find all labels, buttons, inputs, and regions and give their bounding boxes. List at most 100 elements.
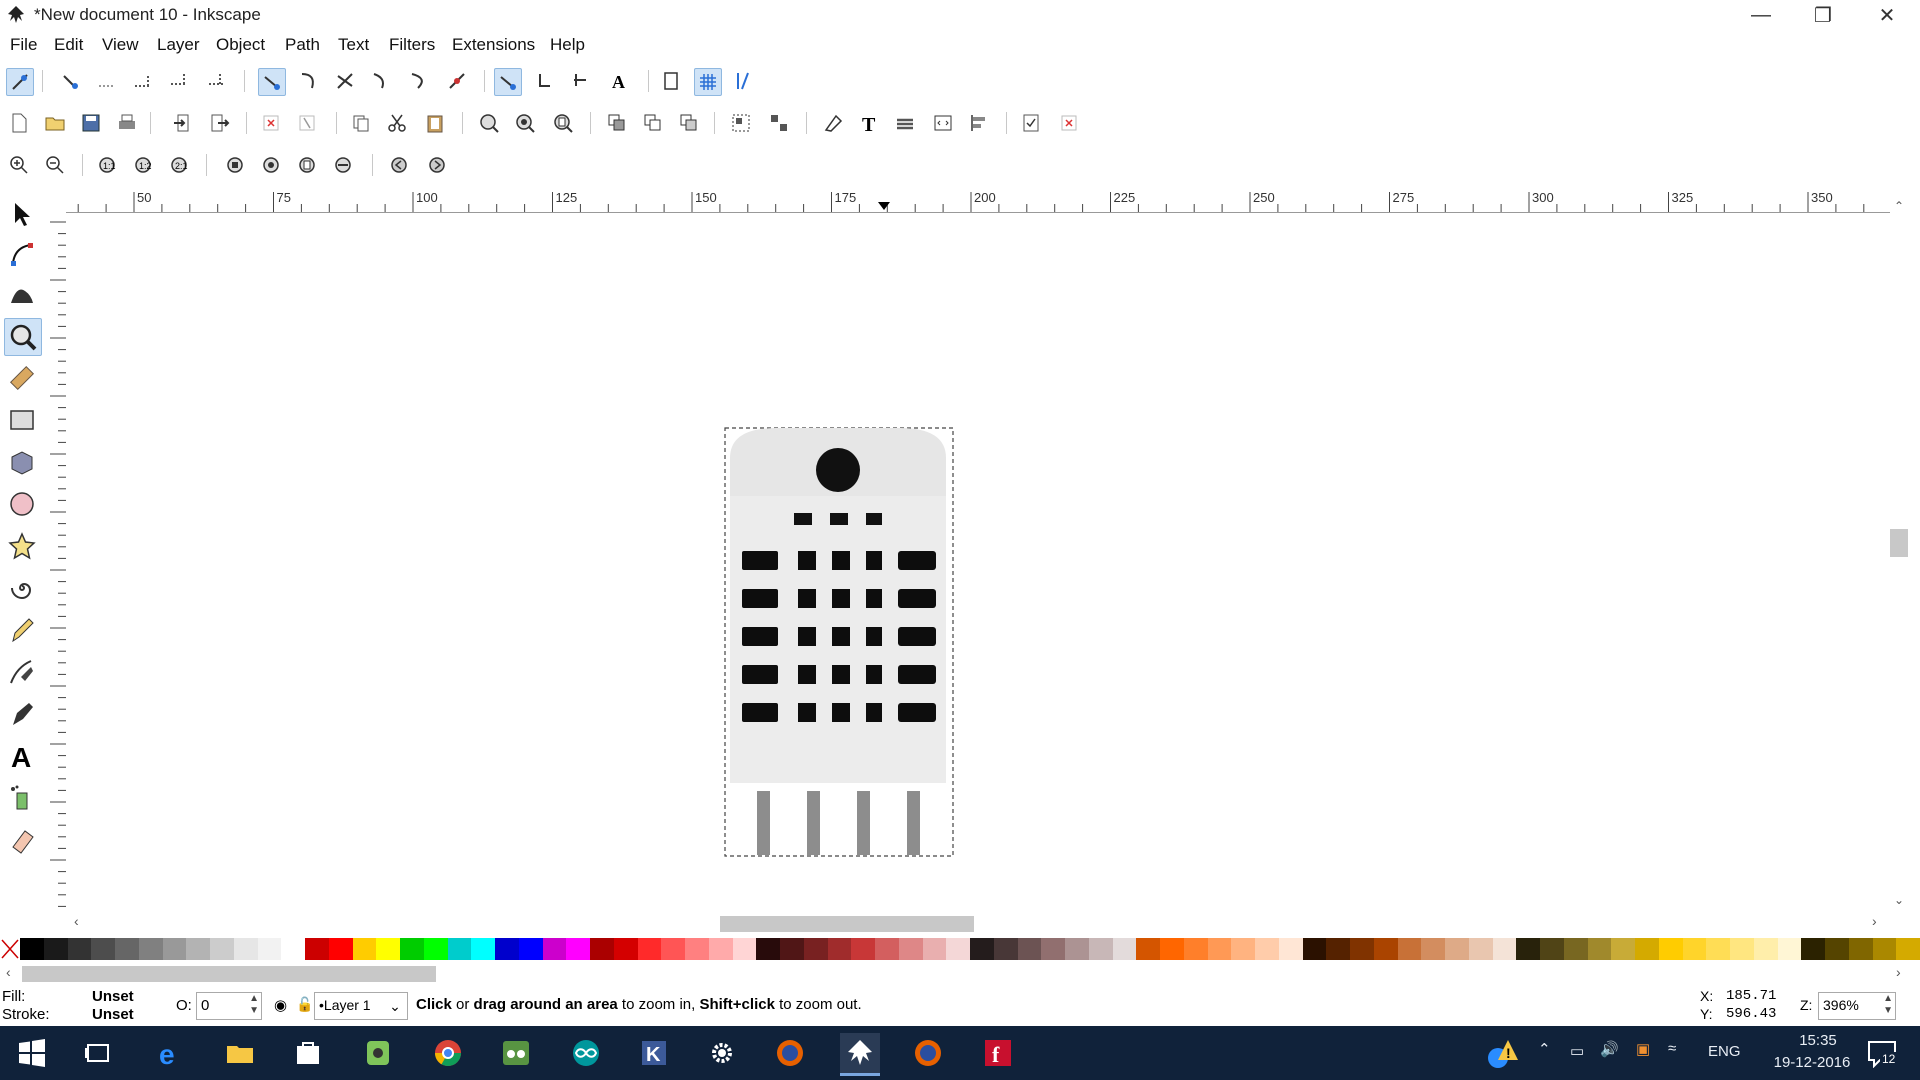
color-swatch[interactable]	[138, 938, 163, 960]
export-icon[interactable]	[206, 110, 232, 136]
snap-grid-icon[interactable]	[694, 68, 722, 96]
menu-filters[interactable]: Filters	[389, 35, 435, 55]
vertical-scroll-thumb[interactable]	[1890, 529, 1908, 557]
zoom-tool-icon[interactable]	[4, 318, 42, 356]
settings-gear-icon[interactable]	[702, 1033, 742, 1073]
clock-time[interactable]: 15:35	[1778, 1032, 1858, 1049]
color-swatch[interactable]	[1278, 938, 1303, 960]
zoom-fit-selection-icon[interactable]	[222, 152, 248, 178]
zoom-in-icon[interactable]	[6, 152, 32, 178]
calligraphy-tool-icon[interactable]	[4, 696, 40, 732]
pen-tool-icon[interactable]	[4, 654, 40, 690]
color-swatch[interactable]	[1017, 938, 1042, 960]
color-swatch[interactable]	[1635, 938, 1659, 960]
color-swatch[interactable]	[542, 938, 567, 960]
color-swatch[interactable]	[1468, 938, 1493, 960]
snap-others-icon[interactable]	[494, 68, 522, 96]
firefox-second-icon[interactable]	[908, 1033, 948, 1073]
menu-help[interactable]: Help	[550, 35, 585, 55]
clone-icon[interactable]	[640, 110, 666, 136]
zoom-next-icon[interactable]	[424, 152, 450, 178]
color-swatch[interactable]	[1825, 938, 1849, 960]
color-swatch[interactable]	[471, 938, 495, 960]
volume-icon[interactable]: 🔊	[1600, 1040, 1619, 1058]
paste-icon[interactable]	[422, 110, 448, 136]
color-swatch[interactable]	[1160, 938, 1184, 960]
color-swatch[interactable]	[661, 938, 685, 960]
color-swatch[interactable]	[1563, 938, 1588, 960]
zoom-2-1-icon[interactable]: 2:1	[166, 152, 192, 178]
vertical-ruler[interactable]	[46, 212, 67, 912]
menu-text[interactable]: Text	[338, 35, 369, 55]
color-swatch[interactable]	[1397, 938, 1422, 960]
color-swatch[interactable]	[993, 938, 1018, 960]
color-swatch[interactable]	[67, 938, 92, 960]
cut-icon[interactable]	[384, 110, 410, 136]
color-swatch[interactable]	[946, 938, 970, 960]
firefox-icon[interactable]	[770, 1033, 810, 1073]
chevron-down-icon[interactable]: ⌄	[384, 993, 406, 1019]
zoom-input[interactable]: 396% ▲ ▼	[1818, 992, 1896, 1020]
color-swatch[interactable]	[1421, 938, 1445, 960]
spray-tool-icon[interactable]	[4, 780, 40, 816]
arduino-icon[interactable]	[566, 1033, 606, 1073]
horizontal-scroll-thumb[interactable]	[720, 916, 974, 932]
color-swatch[interactable]	[328, 938, 353, 960]
snap-paths-icon[interactable]	[296, 68, 322, 94]
node-tool-icon[interactable]	[4, 236, 40, 272]
color-swatch[interactable]	[495, 938, 519, 960]
scroll-left-icon[interactable]: ‹	[74, 913, 79, 929]
snap-bbox-edge-icon[interactable]	[94, 68, 120, 94]
battery-icon[interactable]: ▭	[1570, 1042, 1584, 1060]
align-distribute-icon[interactable]	[966, 110, 992, 136]
import-icon[interactable]	[170, 110, 196, 136]
warning-icon[interactable]: !	[1484, 1038, 1520, 1070]
show-hidden-icons-icon[interactable]: ⌃	[1538, 1040, 1551, 1058]
color-swatch[interactable]	[43, 938, 68, 960]
color-swatch[interactable]	[1540, 938, 1564, 960]
fritzing-icon[interactable]: f	[978, 1033, 1018, 1073]
color-swatch[interactable]	[423, 938, 448, 960]
color-swatch[interactable]	[91, 938, 115, 960]
snap-bbox-center-icon[interactable]	[202, 68, 228, 94]
xml-editor-icon[interactable]	[930, 110, 956, 136]
color-swatch[interactable]	[1255, 938, 1279, 960]
color-swatch[interactable]	[1753, 938, 1778, 960]
text-tool-icon[interactable]: A	[4, 738, 40, 774]
palette-scrollbar[interactable]: ‹ ›	[0, 962, 1920, 986]
preferences-icon[interactable]	[1018, 110, 1044, 136]
color-swatch[interactable]	[922, 938, 947, 960]
tweak-tool-icon[interactable]	[4, 276, 40, 312]
color-swatch[interactable]	[1065, 938, 1089, 960]
zoom-previous-icon[interactable]	[386, 152, 412, 178]
minimize-button[interactable]: —	[1730, 0, 1792, 30]
zoom-1-2-icon[interactable]: 1:2	[130, 152, 156, 178]
color-swatch[interactable]	[1730, 938, 1754, 960]
menu-file[interactable]: File	[10, 35, 37, 55]
color-swatch[interactable]	[1611, 938, 1635, 960]
zoom-out-icon[interactable]	[42, 152, 68, 178]
zoom-1-1-icon[interactable]: 1:1	[94, 152, 120, 178]
horizontal-ruler[interactable]: 50 75 100 125 150 175 200 225 250 275 300 325 350	[60, 190, 1890, 213]
palette-scroll-left-icon[interactable]: ‹	[6, 964, 11, 980]
security-icon[interactable]: ▣	[1636, 1040, 1650, 1058]
color-swatch[interactable]	[1801, 938, 1825, 960]
scroll-up-icon[interactable]: ⌃	[1894, 199, 1904, 213]
color-swatch[interactable]	[1848, 938, 1873, 960]
opacity-stepper-icon[interactable]: ▲ ▼	[249, 993, 259, 1017]
menu-view[interactable]: View	[102, 35, 139, 55]
snap-rotation-center-icon[interactable]	[568, 68, 594, 94]
vertical-scrollbar[interactable]: ⌃ ⌄	[1886, 199, 1912, 913]
ellipse-tool-icon[interactable]	[4, 486, 40, 522]
snap-page-icon[interactable]	[658, 68, 684, 94]
color-swatch[interactable]	[518, 938, 543, 960]
snap-guides-icon[interactable]	[730, 68, 756, 94]
duplicate-icon[interactable]	[604, 110, 630, 136]
menu-edit[interactable]: Edit	[54, 35, 83, 55]
file-explorer-icon[interactable]	[220, 1033, 260, 1073]
snap-nodes-icon[interactable]	[258, 68, 286, 96]
color-swatch[interactable]	[400, 938, 424, 960]
star-tool-icon[interactable]	[4, 528, 40, 564]
color-swatch[interactable]	[1326, 938, 1350, 960]
color-swatch[interactable]	[1231, 938, 1255, 960]
